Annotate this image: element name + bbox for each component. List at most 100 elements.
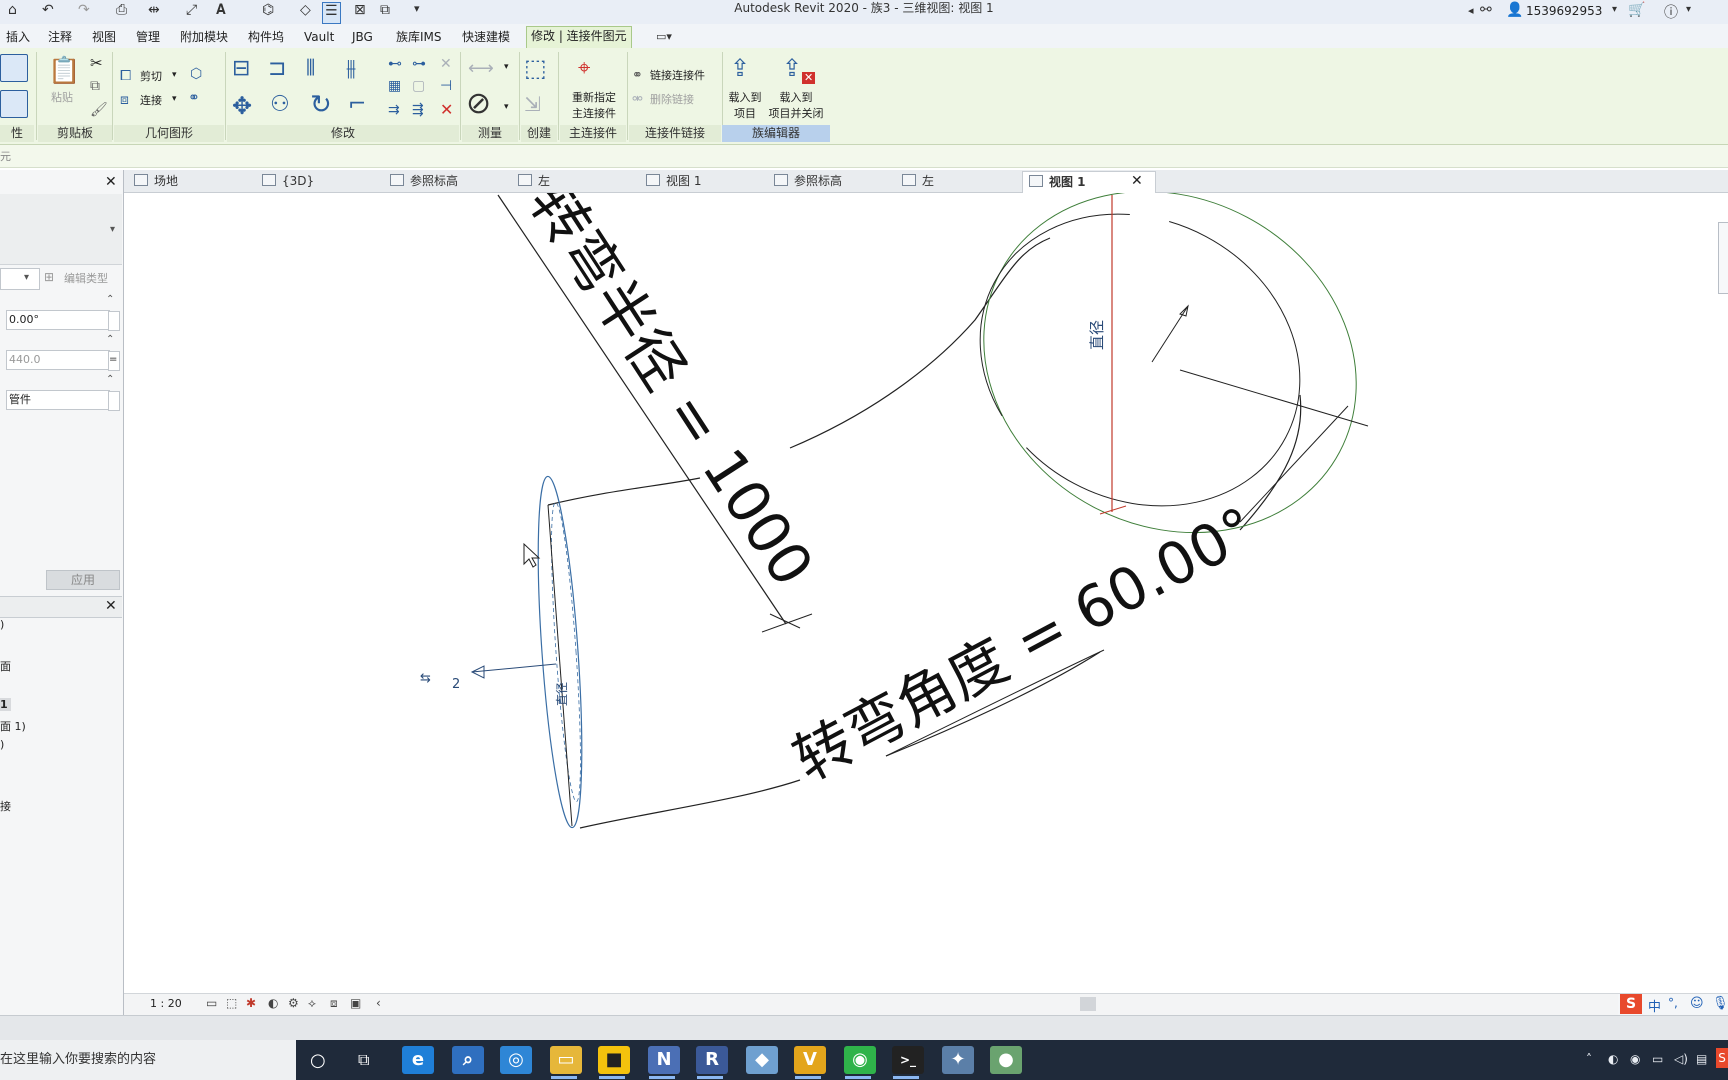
left-arrow-icon[interactable]: ◂ xyxy=(1468,4,1474,17)
type-selector-dropdown-icon[interactable]: ▾ xyxy=(110,224,115,235)
sun-path-icon[interactable]: ✱ xyxy=(246,996,256,1010)
view-tab-view1[interactable]: 视图 1 xyxy=(640,171,766,192)
terminal-icon[interactable]: >_ xyxy=(892,1046,924,1074)
wechat-icon[interactable]: ◉ xyxy=(844,1046,876,1074)
cut-dropdown-icon[interactable]: ▾ xyxy=(172,70,177,80)
move-icon[interactable]: ✥ xyxy=(232,92,252,120)
match-properties-icon[interactable]: 🖌 xyxy=(90,102,108,118)
editor-icon[interactable]: ◆ xyxy=(746,1046,778,1074)
fitting-drawing[interactable]: 转弯半径 = 1000 直径 转弯角度 = 60.00° ⇆ 2 直径 xyxy=(124,193,1728,993)
shadows-icon[interactable]: ◐ xyxy=(268,996,278,1010)
ime-emoji-icon[interactable]: ☺ xyxy=(1690,996,1704,1011)
help-icon[interactable]: ⓘ xyxy=(1664,2,1678,22)
properties-close-icon[interactable]: ✕ xyxy=(105,174,117,190)
apply-button[interactable]: 应用 xyxy=(46,570,120,590)
group-collapse-icon[interactable]: ⌃ xyxy=(106,374,114,385)
visual-style-icon[interactable]: ⬚ xyxy=(226,996,237,1010)
paste-button[interactable]: 粘贴 xyxy=(44,90,80,105)
sticky-notes-icon[interactable]: ■ xyxy=(598,1046,630,1074)
taskbar-search[interactable]: 在这里输入你要搜索的内容 xyxy=(0,1040,296,1080)
filter-dropdown[interactable] xyxy=(0,268,40,290)
browser-item[interactable]: 面 xyxy=(0,658,11,674)
split-face-icon[interactable]: ⚭ xyxy=(188,90,200,106)
vault-icon[interactable]: V xyxy=(794,1046,826,1074)
load-and-close-icon[interactable]: ⇪ xyxy=(782,54,802,82)
paste-icon[interactable]: 📋 xyxy=(48,56,80,86)
tool-icon[interactable]: ✦ xyxy=(942,1046,974,1074)
tab-addins[interactable]: 附加模块 xyxy=(176,28,232,47)
account-name[interactable]: 1539692953 xyxy=(1526,4,1602,18)
angle-field[interactable]: 0.00° xyxy=(6,310,110,330)
offset-icon[interactable]: ⊐ xyxy=(268,56,286,81)
split-gap-icon[interactable]: ⊶ xyxy=(412,56,426,72)
group-collapse-icon[interactable]: ⌃ xyxy=(106,294,114,305)
view-tab-site[interactable]: 场地 xyxy=(128,171,254,192)
tab-insert[interactable]: 插入 xyxy=(2,28,34,47)
remove-link-button[interactable]: 删除链接 xyxy=(650,92,694,107)
create-similar-icon[interactable]: ⇲ xyxy=(524,92,541,116)
length-param-button[interactable]: = xyxy=(108,351,120,371)
edit-type-button[interactable]: 编辑类型 xyxy=(64,270,108,286)
link-connector-icon[interactable]: ⚭ xyxy=(632,68,643,83)
ime-mode[interactable]: 中 xyxy=(1648,996,1661,1015)
account-dropdown-icon[interactable]: ▾ xyxy=(1612,4,1617,15)
tab-modify-connector[interactable]: 修改 | 连接件图元 xyxy=(526,26,632,48)
copy-element-icon[interactable]: ⚇ xyxy=(270,92,290,117)
crop-view-icon[interactable]: ⟡ xyxy=(308,996,316,1011)
mirror-axis-icon[interactable]: ⫴ xyxy=(306,56,315,81)
wechat-tray-icon[interactable]: ◉ xyxy=(1630,1052,1640,1066)
link-connector-button[interactable]: 链接连接件 xyxy=(650,68,705,83)
scroll-left-icon[interactable]: ‹ xyxy=(376,996,381,1010)
category-field[interactable]: 管件 xyxy=(6,390,110,410)
app-icon[interactable]: ● xyxy=(990,1046,1022,1074)
copy-icon[interactable]: ⧉ xyxy=(90,78,100,94)
view-cube[interactable] xyxy=(1718,222,1728,294)
pin-icon[interactable]: ✕ xyxy=(440,56,452,72)
tab-family-ims[interactable]: 族库IMS xyxy=(392,28,446,47)
view-scale[interactable]: 1 : 20 xyxy=(150,997,182,1010)
trim-single-icon[interactable]: ⇉ xyxy=(388,102,400,118)
rotate-icon[interactable]: ↻ xyxy=(310,90,332,120)
dimension-dropdown-icon[interactable]: ▾ xyxy=(504,102,509,112)
browser-item-selected[interactable]: 1 xyxy=(0,698,11,711)
qat-dropdown-icon[interactable]: ▾ xyxy=(414,2,420,22)
temp-hide-icon[interactable]: ▣ xyxy=(350,996,361,1010)
horizontal-scroll-thumb[interactable] xyxy=(1080,997,1096,1011)
end-connector-ellipse[interactable] xyxy=(530,475,590,829)
load-into-project-line2[interactable]: 项目 xyxy=(722,106,768,121)
type-selector[interactable] xyxy=(0,194,122,265)
view-tab-left[interactable]: 左 xyxy=(512,171,638,192)
close-hidden-icon[interactable]: ⊠ xyxy=(354,2,366,22)
open-icon[interactable]: ⌂ xyxy=(8,2,17,22)
trim-icon[interactable]: ⌐ xyxy=(348,92,366,117)
tray-expand-icon[interactable]: ˄ xyxy=(1586,1052,1592,1066)
text-icon[interactable]: 𝐀 xyxy=(216,2,226,22)
edit-type-icon[interactable]: ⊞ xyxy=(44,270,54,284)
print-icon[interactable]: ⎙ xyxy=(116,2,127,22)
ime-tray-icon[interactable]: ▤ xyxy=(1696,1052,1707,1066)
sogou-tray-icon[interactable]: S xyxy=(1716,1048,1728,1068)
tab-manage[interactable]: 管理 xyxy=(132,28,164,47)
view-tab-ref-level[interactable]: 参照标高 xyxy=(384,171,510,192)
undo-icon[interactable]: ↶ xyxy=(42,2,54,22)
radius-dimension-line[interactable] xyxy=(497,194,787,625)
mirror-draw-icon[interactable]: ⫵ xyxy=(346,56,356,81)
render-icon[interactable]: ⚙ xyxy=(288,996,299,1010)
onenote-icon[interactable]: N xyxy=(648,1046,680,1074)
reassign-primary-line1[interactable]: 重新指定 xyxy=(564,90,624,105)
help-dropdown-icon[interactable]: ▾ xyxy=(1686,4,1691,15)
revit-icon[interactable]: R xyxy=(696,1046,728,1074)
network-icon[interactable]: ▭ xyxy=(1652,1052,1663,1066)
tab-jbg[interactable]: JBG xyxy=(348,28,377,47)
volume-icon[interactable]: ◁) xyxy=(1674,1052,1688,1066)
tab-quick-model[interactable]: 快速建模 xyxy=(458,28,514,47)
redo-icon[interactable]: ↷ xyxy=(78,2,90,22)
show-crop-icon[interactable]: ⧈ xyxy=(330,996,338,1011)
qq-tray-icon[interactable]: ◐ xyxy=(1608,1052,1618,1066)
cart-icon[interactable]: 🛒 xyxy=(1628,2,1645,18)
create-group-icon[interactable]: ⬚ xyxy=(524,54,547,82)
browser-item[interactable]: 面 1) xyxy=(0,718,26,734)
tab-view[interactable]: 视图 xyxy=(88,28,120,47)
category-param-button[interactable] xyxy=(108,391,120,411)
trim-multiple-icon[interactable]: ⇶ xyxy=(412,102,424,118)
